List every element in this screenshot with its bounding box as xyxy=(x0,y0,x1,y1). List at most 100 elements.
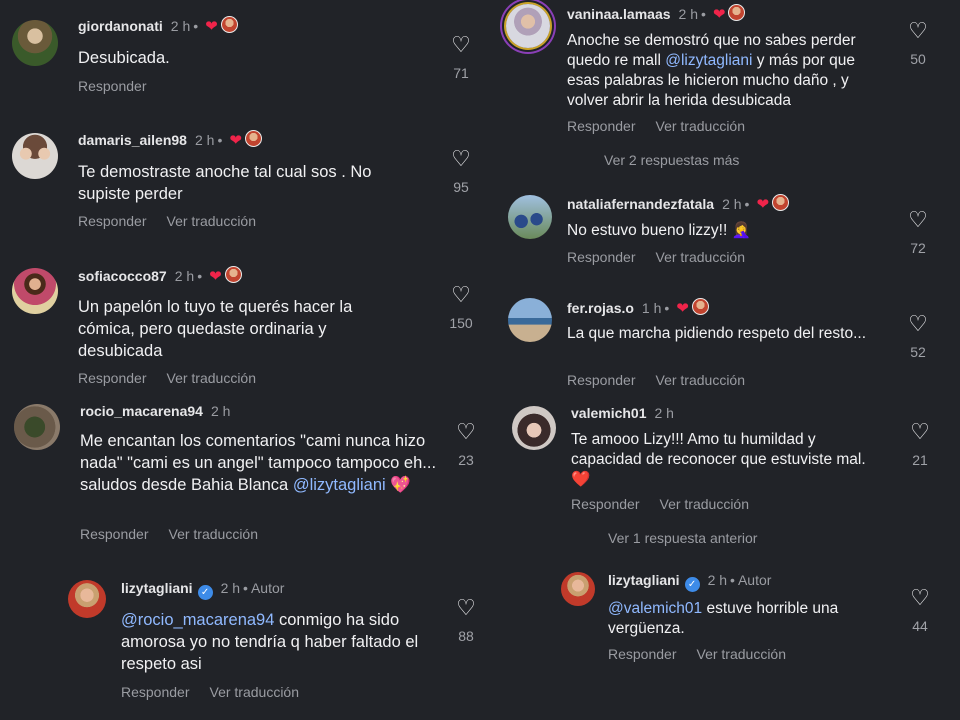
comment-actions: Responder Ver traducción xyxy=(608,646,806,662)
comment-username[interactable]: sofiacocco87 2 h • ❤ xyxy=(78,266,242,285)
creator-avatar-icon xyxy=(728,4,746,21)
translate-button[interactable]: Ver traducción xyxy=(656,249,746,265)
like-button[interactable]: ♡ 88 xyxy=(446,596,486,645)
avatar[interactable] xyxy=(12,20,58,66)
heart-outline-icon[interactable]: ♡ xyxy=(446,596,486,620)
like-count: 50 xyxy=(910,51,926,67)
like-button[interactable]: ♡ 23 xyxy=(446,420,486,469)
comment-text: Desubicada. xyxy=(78,49,170,67)
comment-actions: Responder xyxy=(78,78,167,94)
like-button[interactable]: ♡ 50 xyxy=(898,19,938,68)
like-count: 52 xyxy=(910,344,926,360)
heart-outline-icon[interactable]: ♡ xyxy=(900,420,940,444)
comment-username[interactable]: nataliafernandezfatala 2 h • ❤ xyxy=(567,194,790,213)
red-heart-icon: ❤ xyxy=(676,300,689,317)
like-button[interactable]: ♡ 150 xyxy=(441,283,481,332)
heart-outline-icon[interactable]: ♡ xyxy=(900,586,940,610)
translate-button[interactable]: Ver traducción xyxy=(169,526,259,542)
creator-avatar-icon xyxy=(691,298,709,315)
comment-text: Anoche se demostró que no sabes perder q… xyxy=(567,32,856,109)
comment-text: @rocio_macarena94 conmigo ha sido amoros… xyxy=(121,611,419,673)
comment-actions: Responder Ver traducción xyxy=(121,684,319,700)
like-count: 72 xyxy=(910,240,926,256)
reply-button[interactable]: Responder xyxy=(121,684,190,700)
reply-button[interactable]: Responder xyxy=(80,526,149,542)
heart-outline-icon[interactable]: ♡ xyxy=(441,283,481,307)
red-heart-icon: ❤ xyxy=(756,196,770,213)
comment-username[interactable]: giordanonati 2 h • ❤ xyxy=(78,16,238,35)
comment-username[interactable]: fer.rojas.o 1 h • ❤ xyxy=(567,298,709,317)
comment-username[interactable]: damaris_ailen98 2 h • ❤ xyxy=(78,130,262,149)
comment-username[interactable]: valemich01 2 h xyxy=(571,405,674,421)
avatar[interactable] xyxy=(12,133,58,179)
like-button[interactable]: ♡ 44 xyxy=(900,586,940,635)
avatar[interactable] xyxy=(12,268,58,314)
comment-username[interactable]: vaninaa.lamaas 2 h • ❤ xyxy=(567,4,746,23)
avatar[interactable] xyxy=(512,406,556,450)
like-count: 88 xyxy=(458,628,474,644)
mention-link[interactable]: @valemich01 xyxy=(608,600,702,617)
like-count: 23 xyxy=(458,452,474,468)
red-heart-icon: ❤ xyxy=(229,132,242,149)
heart-outline-icon[interactable]: ♡ xyxy=(441,33,481,57)
reply-button[interactable]: Responder xyxy=(567,372,636,388)
reply-button[interactable]: Responder xyxy=(567,249,636,265)
story-avatar[interactable] xyxy=(506,4,550,48)
like-count: 71 xyxy=(453,65,469,81)
avatar[interactable] xyxy=(14,404,60,450)
creator-avatar-icon xyxy=(244,130,262,147)
creator-avatar-icon xyxy=(224,266,242,283)
heart-outline-icon[interactable]: ♡ xyxy=(446,420,486,444)
like-button[interactable]: ♡ 95 xyxy=(441,147,481,196)
avatar[interactable] xyxy=(508,298,552,342)
like-count: 44 xyxy=(912,618,928,634)
translate-button[interactable]: Ver traducción xyxy=(697,646,787,662)
comment-actions: Responder Ver traducción xyxy=(78,213,276,229)
comment-username[interactable]: lizytagliani ✓ 2 h • Autor xyxy=(121,580,284,600)
comment-actions: Responder Ver traducción xyxy=(567,249,765,265)
like-button[interactable]: ♡ 71 xyxy=(441,33,481,82)
translate-button[interactable]: Ver traducción xyxy=(656,372,746,388)
translate-button[interactable]: Ver traducción xyxy=(167,213,257,229)
reply-button[interactable]: Responder xyxy=(78,213,147,229)
heart-outline-icon[interactable]: ♡ xyxy=(898,312,938,336)
like-button[interactable]: ♡ 21 xyxy=(900,420,940,469)
mention-link[interactable]: @lizytagliani xyxy=(665,52,752,69)
translate-button[interactable]: Ver traducción xyxy=(660,496,750,512)
heart-outline-icon[interactable]: ♡ xyxy=(898,19,938,43)
reply-button[interactable]: Responder xyxy=(571,496,640,512)
translate-button[interactable]: Ver traducción xyxy=(210,684,300,700)
translate-button[interactable]: Ver traducción xyxy=(167,370,257,386)
view-previous-reply[interactable]: Ver 1 respuesta anterior xyxy=(608,530,757,546)
reply-button[interactable]: Responder xyxy=(78,78,147,94)
creator-avatar-icon xyxy=(772,194,790,211)
translate-button[interactable]: Ver traducción xyxy=(656,118,746,134)
comment-username[interactable]: lizytagliani ✓ 2 h • Autor xyxy=(608,572,771,592)
reply-button[interactable]: Responder xyxy=(608,646,677,662)
like-button[interactable]: ♡ 72 xyxy=(898,208,938,257)
reply-button[interactable]: Responder xyxy=(78,370,147,386)
mention-link[interactable]: @rocio_macarena94 xyxy=(121,611,274,629)
like-button[interactable]: ♡ 52 xyxy=(898,312,938,361)
avatar[interactable] xyxy=(561,572,595,606)
view-more-replies[interactable]: Ver 2 respuestas más xyxy=(604,152,739,168)
comment-text: Te amooo Lizy!!! Amo tu humildad y capac… xyxy=(571,431,866,488)
creator-avatar-icon xyxy=(220,16,238,33)
comment-actions: Responder Ver traducción xyxy=(567,118,765,134)
like-count: 21 xyxy=(912,452,928,468)
heart-outline-icon[interactable]: ♡ xyxy=(441,147,481,171)
comment-actions: Responder Ver traducción xyxy=(567,372,765,388)
avatar[interactable] xyxy=(508,195,552,239)
like-count: 95 xyxy=(453,179,469,195)
mention-link[interactable]: @lizytagliani xyxy=(293,476,386,494)
comment-text: Me encantan los comentarios "cami nunca … xyxy=(80,432,437,494)
comment-text: @valemich01 estuve horrible una vergüenz… xyxy=(608,600,839,637)
comment-text: Te demostraste anoche tal cual sos . No … xyxy=(78,163,372,203)
heart-outline-icon[interactable]: ♡ xyxy=(898,208,938,232)
verified-badge-icon: ✓ xyxy=(197,585,213,600)
comment-actions: Responder Ver traducción xyxy=(571,496,769,512)
reply-button[interactable]: Responder xyxy=(567,118,636,134)
avatar[interactable] xyxy=(68,580,106,618)
comment-username[interactable]: rocio_macarena94 2 h xyxy=(80,403,230,419)
comment-text: No estuvo bueno lizzy!! 🤦‍♀️ xyxy=(567,222,751,239)
